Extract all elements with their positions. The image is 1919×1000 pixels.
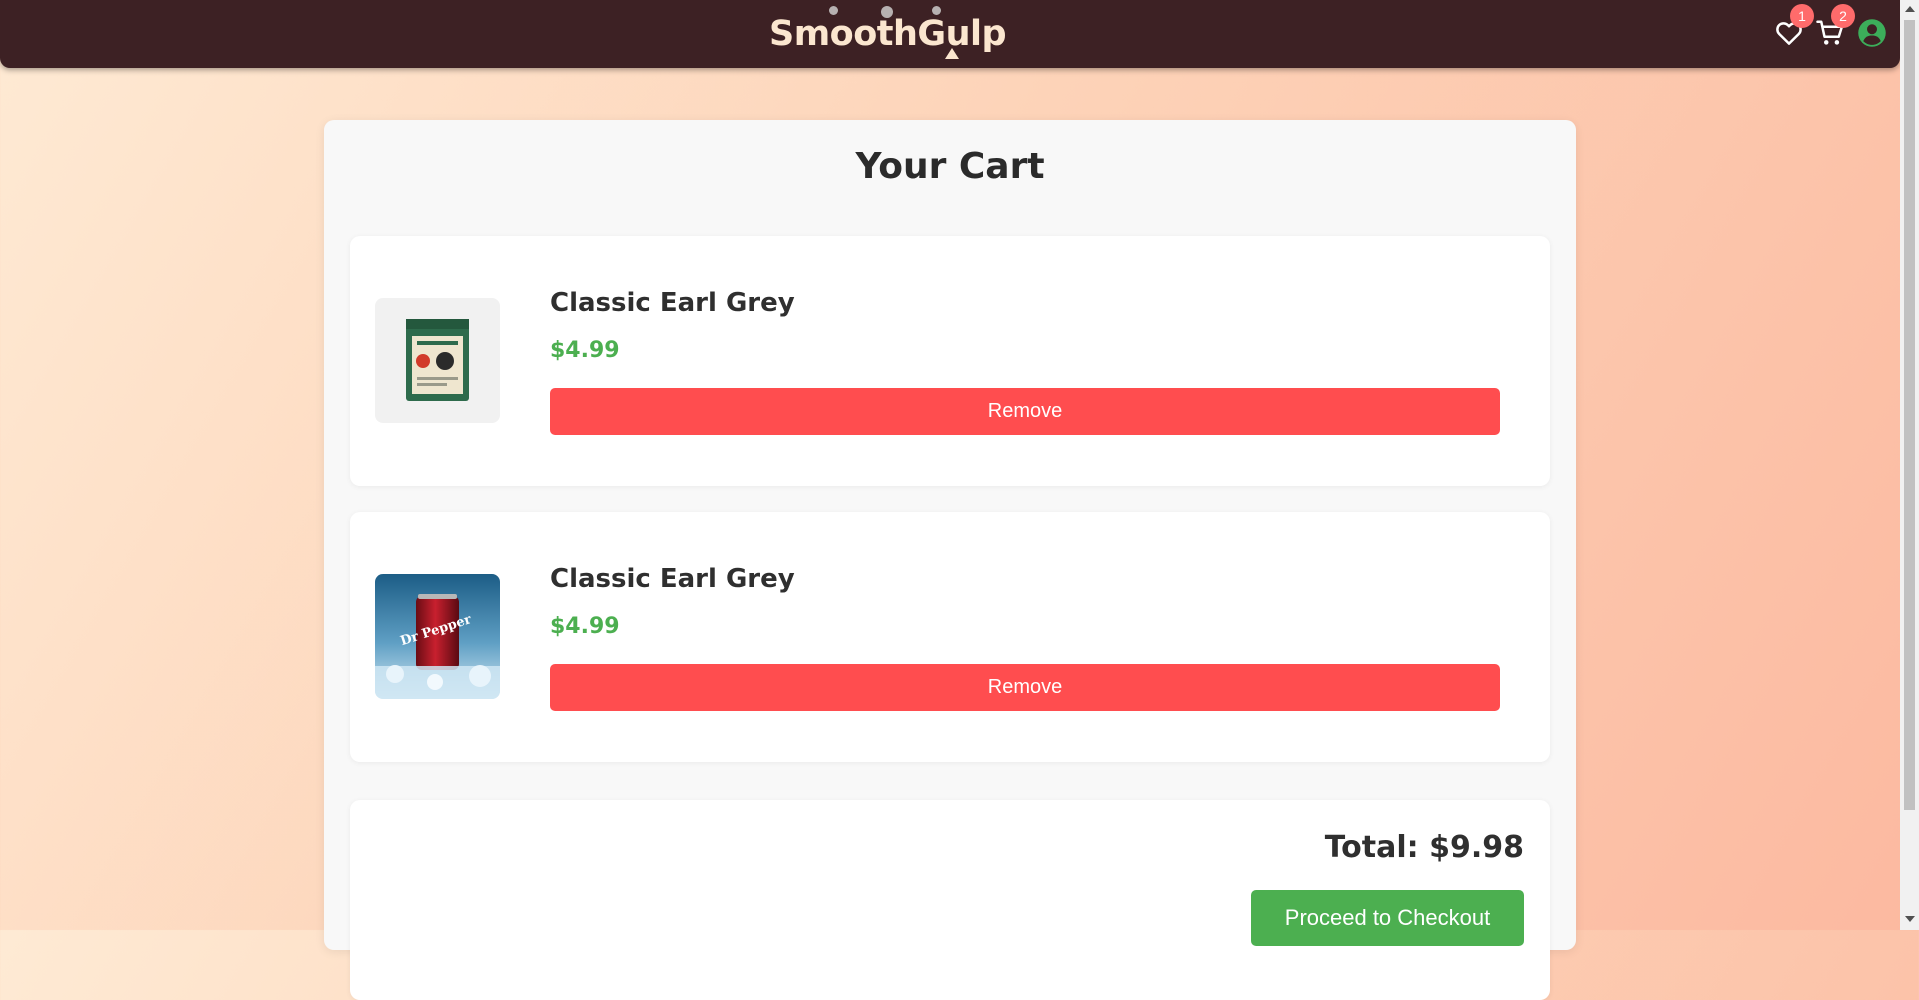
remove-button[interactable]: Remove <box>550 664 1500 711</box>
dr-pepper-can-image: Dr Pepper <box>375 574 500 699</box>
page-title: Your Cart <box>855 146 1045 187</box>
vertical-scrollbar[interactable] <box>1900 0 1919 930</box>
remove-button[interactable]: Remove <box>550 388 1500 435</box>
earl-grey-tea-pouch-image <box>406 319 469 401</box>
item-price: $4.99 <box>550 614 620 639</box>
product-image: Dr Pepper <box>375 574 500 699</box>
brand-logo[interactable]: SmoothGulp <box>769 14 1007 54</box>
cart-item: Classic Earl Grey $4.99 Remove <box>350 236 1550 486</box>
logo-caret-decoration <box>945 48 959 59</box>
account-button[interactable] <box>1857 18 1887 48</box>
cart-total: Total: $9.98 <box>1324 830 1524 865</box>
checkout-button[interactable]: Proceed to Checkout <box>1251 890 1524 946</box>
wishlist-count-badge: 1 <box>1790 4 1814 28</box>
scroll-up-arrow-icon[interactable] <box>1905 6 1915 12</box>
page: SmoothGulp 1 2 Your Cart Classic Earl Gr… <box>0 0 1900 1000</box>
scroll-down-arrow-icon[interactable] <box>1905 916 1915 922</box>
user-icon <box>1858 19 1886 47</box>
cart-summary: Total: $9.98 Proceed to Checkout <box>350 800 1550 1000</box>
cart-panel: Your Cart Classic Earl Grey $4.99 Remove <box>324 120 1576 1000</box>
item-name: Classic Earl Grey <box>550 564 795 594</box>
cart-item: Dr Pepper Classic Earl Grey $4.99 Remove <box>350 512 1550 762</box>
navbar: SmoothGulp 1 2 <box>0 0 1900 68</box>
item-price: $4.99 <box>550 338 620 363</box>
cart-count-badge: 2 <box>1831 4 1855 28</box>
cart-button[interactable]: 2 <box>1815 4 1855 48</box>
scrollbar-thumb[interactable] <box>1904 20 1915 810</box>
product-image <box>375 298 500 423</box>
item-name: Classic Earl Grey <box>550 288 795 318</box>
wishlist-button[interactable]: 1 <box>1774 4 1814 48</box>
